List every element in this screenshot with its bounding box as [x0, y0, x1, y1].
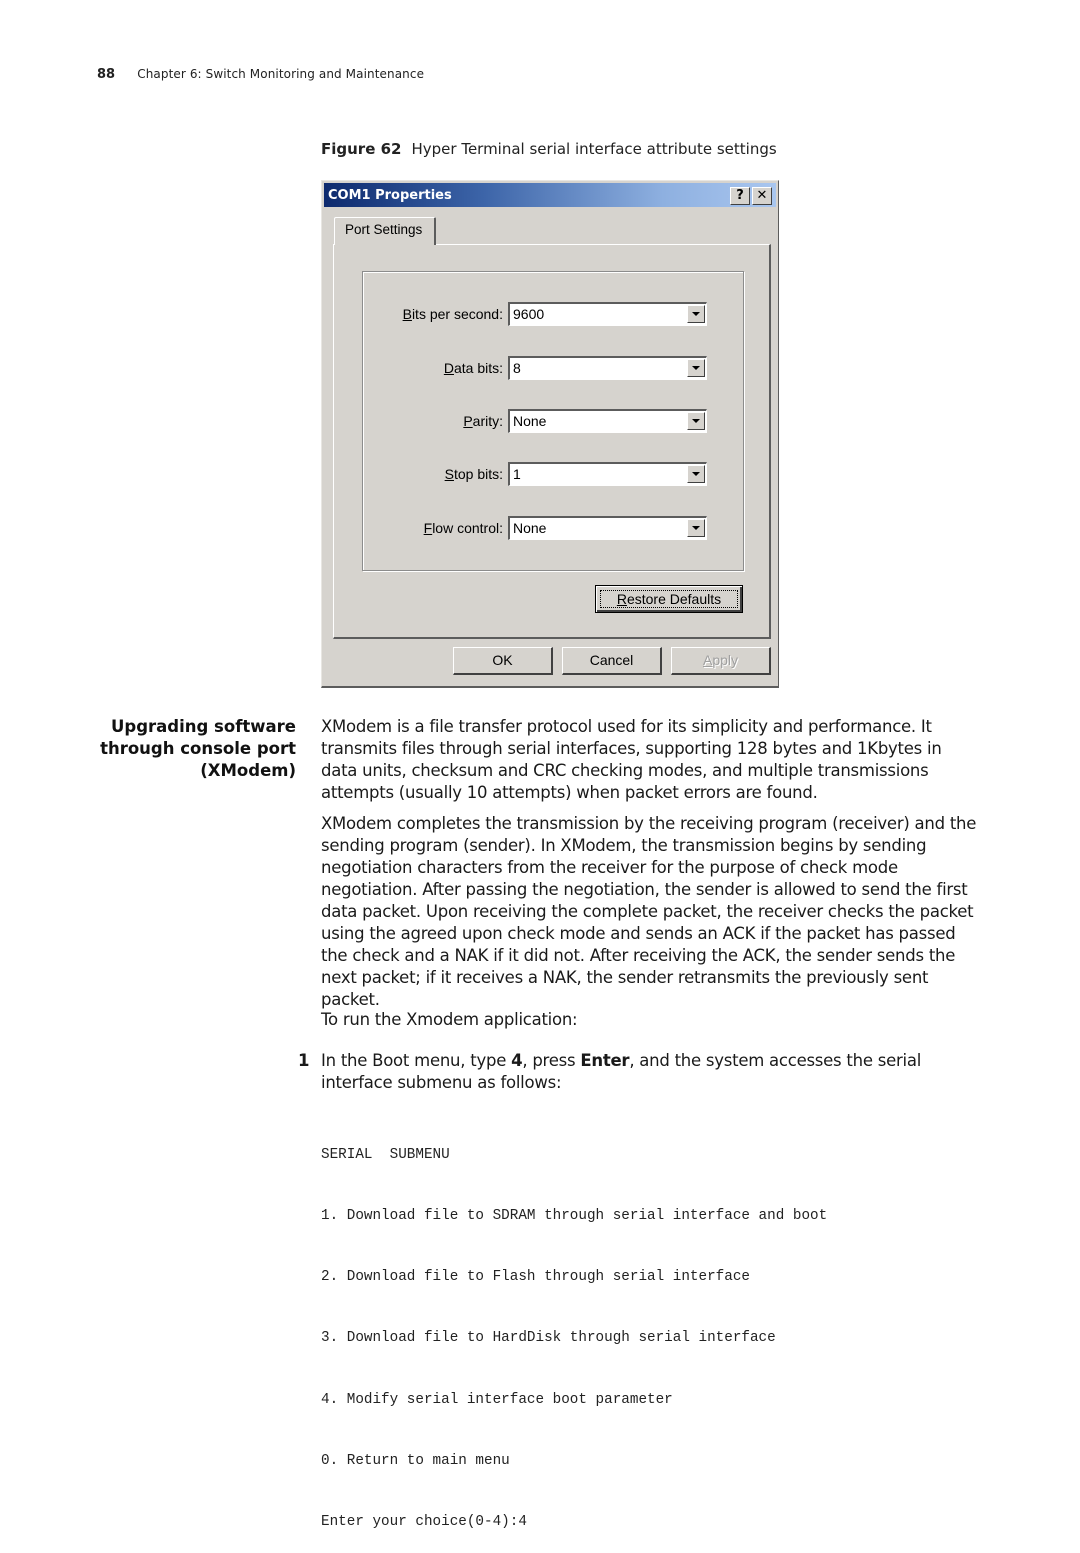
key-4: 4	[511, 1051, 523, 1070]
selected-value: 1	[513, 466, 521, 482]
port-settings-panel: Bits per second: 9600 Data bits: 8 Parit…	[333, 244, 771, 639]
heading-line: (XModem)	[200, 761, 296, 780]
button-label: estore Defaults	[626, 591, 722, 607]
step-text: In the Boot menu, type 4, press Enter, a…	[321, 1050, 976, 1094]
bits-per-second-row: Bits per second: 9600	[363, 302, 745, 328]
parity-row: Parity: None	[363, 409, 745, 435]
accel-key: F	[423, 520, 433, 536]
data-bits-select[interactable]: 8	[508, 356, 707, 380]
bits-per-second-select[interactable]: 9600	[508, 302, 707, 326]
help-button[interactable]: ?	[730, 187, 750, 205]
selected-value: None	[513, 520, 547, 536]
flow-control-row: Flow control: None	[363, 516, 745, 542]
selected-value: None	[513, 413, 547, 429]
flow-control-select[interactable]: None	[508, 516, 707, 540]
dropdown-arrow-icon[interactable]	[687, 359, 705, 377]
code-line: 2. Download file to Flash through serial…	[321, 1269, 750, 1286]
selected-value: 9600	[513, 306, 545, 322]
code-line: 3. Download file to HardDisk through ser…	[321, 1330, 776, 1347]
page-number: 88	[97, 67, 116, 82]
focus-rect: Restore Defaults	[600, 590, 738, 608]
accel-key: S	[444, 466, 454, 482]
chapter-title: Chapter 6: Switch Monitoring and Mainten…	[137, 67, 425, 81]
port-settings-group: Bits per second: 9600 Data bits: 8 Parit…	[362, 271, 744, 571]
data-bits-row: Data bits: 8	[363, 356, 745, 382]
dropdown-arrow-icon[interactable]	[687, 305, 705, 323]
dropdown-arrow-icon[interactable]	[687, 519, 705, 537]
heading-line: through console port	[100, 739, 296, 758]
ok-button[interactable]: OK	[453, 647, 553, 675]
flow-control-label: Flow control:	[424, 520, 503, 536]
accel-key: D	[443, 360, 454, 376]
stop-bits-row: Stop bits: 1	[363, 462, 745, 488]
code-line: 4. Modify serial interface boot paramete…	[321, 1391, 673, 1408]
section-heading: Upgrading software through console port …	[90, 716, 296, 782]
bits-per-second-label: Bits per second:	[403, 306, 503, 322]
serial-submenu-code: SERIAL SUBMENU 1. Download file to SDRAM…	[321, 1104, 827, 1553]
label-text: its per second:	[411, 306, 503, 322]
paragraph-xmodem-intro: XModem is a file transfer protocol used …	[321, 717, 942, 802]
figure-caption-text: Hyper Terminal serial interface attribut…	[411, 140, 777, 158]
figure-caption: Figure 62 Hyper Terminal serial interface…	[321, 140, 777, 158]
parity-label: Parity:	[463, 413, 503, 429]
dropdown-arrow-icon[interactable]	[687, 412, 705, 430]
code-line: 0. Return to main menu	[321, 1452, 510, 1469]
figure-label: Figure 62	[321, 140, 402, 158]
label-text: low control:	[432, 520, 503, 536]
code-line: Enter your choice(0-4):4	[321, 1514, 527, 1531]
com1-properties-dialog: COM1 Properties ? ✕ Port Settings Bits p…	[321, 180, 779, 688]
parity-select[interactable]: None	[508, 409, 707, 433]
dialog-title: COM1 Properties	[328, 187, 452, 203]
stop-bits-label: Stop bits:	[445, 466, 503, 482]
code-line: 1. Download file to SDRAM through serial…	[321, 1208, 828, 1225]
label-text: arity:	[472, 413, 503, 429]
apply-button[interactable]: Apply	[671, 647, 771, 675]
text-run: In the Boot menu, type	[321, 1051, 512, 1070]
restore-defaults-button[interactable]: Restore Defaults	[595, 585, 743, 613]
tab-port-settings[interactable]: Port Settings	[334, 217, 436, 245]
paragraph-run-xmodem: To run the Xmodem application:	[321, 1010, 578, 1029]
accel-key: R	[616, 591, 627, 607]
label-text: top bits:	[453, 466, 503, 482]
text-run: , press	[522, 1051, 581, 1070]
button-label: pply	[712, 652, 739, 668]
accel-key: A	[702, 652, 713, 668]
heading-line: Upgrading software	[111, 717, 296, 736]
key-enter: Enter	[580, 1051, 630, 1070]
paragraph-xmodem-process: XModem completes the transmission by the…	[321, 814, 977, 1009]
stop-bits-select[interactable]: 1	[508, 462, 707, 486]
selected-value: 8	[513, 360, 521, 376]
tab-label: Port Settings	[345, 222, 423, 237]
step-number: 1	[298, 1051, 310, 1070]
cancel-button[interactable]: Cancel	[562, 647, 662, 675]
accel-key: P	[463, 413, 473, 429]
close-icon: ✕	[756, 188, 768, 203]
page-header: 88 Chapter 6: Switch Monitoring and Main…	[97, 67, 424, 82]
code-line: SERIAL SUBMENU	[321, 1146, 450, 1163]
dialog-titlebar[interactable]: COM1 Properties ? ✕	[324, 183, 776, 207]
accel-key: B	[402, 306, 412, 322]
label-text: ata bits:	[453, 360, 503, 376]
dropdown-arrow-icon[interactable]	[687, 465, 705, 483]
close-button[interactable]: ✕	[752, 187, 772, 205]
help-icon: ?	[736, 188, 744, 203]
data-bits-label: Data bits:	[444, 360, 503, 376]
